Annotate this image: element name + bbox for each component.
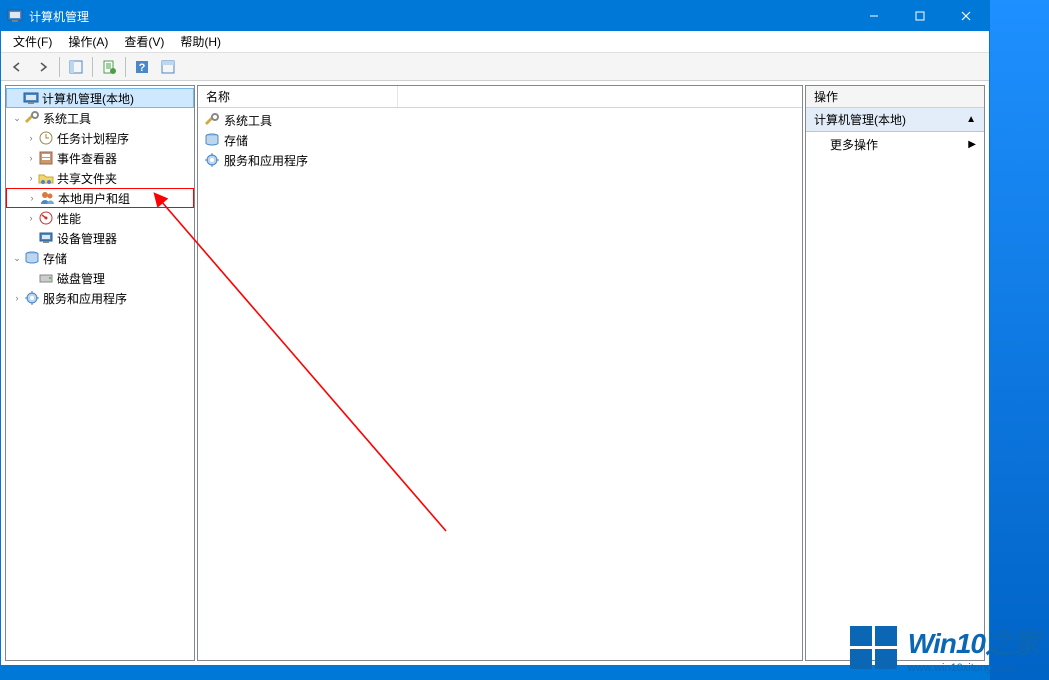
tree-label: 本地用户和组 xyxy=(58,190,130,207)
tree: ▶ 计算机管理(本地) ⌄ 系统工具 › 任务计划程序 xyxy=(6,86,194,310)
menu-file[interactable]: 文件(F) xyxy=(5,31,60,52)
tree-label: 任务计划程序 xyxy=(57,130,129,147)
content-body: ▶ 计算机管理(本地) ⌄ 系统工具 › 任务计划程序 xyxy=(1,81,989,665)
tree-label: 性能 xyxy=(57,210,81,227)
collapse-icon: ▲ xyxy=(966,114,976,125)
list-item-label: 服务和应用程序 xyxy=(224,152,308,169)
submenu-icon: ▶ xyxy=(968,139,976,150)
tree-system-tools[interactable]: ⌄ 系统工具 xyxy=(6,108,194,128)
action-label: 更多操作 xyxy=(830,136,878,153)
tools-icon xyxy=(204,112,220,128)
show-hide-tree-button[interactable] xyxy=(64,56,88,78)
tree-storage[interactable]: ⌄ 存储 xyxy=(6,248,194,268)
minimize-button[interactable] xyxy=(851,1,897,31)
tree-toggler[interactable]: › xyxy=(24,131,38,145)
svg-text:?: ? xyxy=(139,62,146,74)
storage-icon xyxy=(204,132,220,148)
services-icon xyxy=(204,152,220,168)
tree-shared-folders[interactable]: › 共享文件夹 xyxy=(6,168,194,188)
window-controls xyxy=(851,1,989,31)
action-more[interactable]: 更多操作 ▶ xyxy=(806,132,984,157)
help-button[interactable]: ? xyxy=(130,56,154,78)
back-button[interactable] xyxy=(5,56,29,78)
list-item-system-tools[interactable]: 系统工具 xyxy=(198,110,802,130)
watermark: Win10之家 www.win10xitong.com xyxy=(848,622,1039,674)
toolbar-separator xyxy=(59,57,60,77)
windows-logo-icon xyxy=(848,622,900,674)
list-item-services-apps[interactable]: 服务和应用程序 xyxy=(198,150,802,170)
tree-label: 存储 xyxy=(43,250,67,267)
actions-pane: 操作 计算机管理(本地) ▲ 更多操作 ▶ xyxy=(805,85,985,661)
tree-label: 系统工具 xyxy=(43,110,91,127)
list-item-label: 系统工具 xyxy=(224,112,272,129)
column-header: 名称 xyxy=(198,86,802,108)
forward-button[interactable] xyxy=(31,56,55,78)
tree-device-manager[interactable]: › 设备管理器 xyxy=(6,228,194,248)
menubar: 文件(F) 操作(A) 查看(V) 帮助(H) xyxy=(1,31,989,53)
tree-toggler[interactable]: › xyxy=(24,151,38,165)
tree-label: 共享文件夹 xyxy=(57,170,117,187)
toolbar-separator xyxy=(125,57,126,77)
toolbar-separator xyxy=(92,57,93,77)
tree-disk-management[interactable]: › 磁盘管理 xyxy=(6,268,194,288)
maximize-button[interactable] xyxy=(897,1,943,31)
tree-services-apps[interactable]: › 服务和应用程序 xyxy=(6,288,194,308)
tree-label: 设备管理器 xyxy=(57,230,117,247)
users-icon xyxy=(39,190,55,206)
list-item-storage[interactable]: 存储 xyxy=(198,130,802,150)
tree-label: 服务和应用程序 xyxy=(43,290,127,307)
tree-toggler[interactable]: › xyxy=(24,171,38,185)
event-viewer-icon xyxy=(38,150,54,166)
menu-action[interactable]: 操作(A) xyxy=(60,31,116,52)
clock-icon xyxy=(38,130,54,146)
tree-toggler: ▶ xyxy=(9,91,23,105)
tree-toggler[interactable]: › xyxy=(25,191,39,205)
tree-toggler: › xyxy=(24,231,38,245)
tree-toggler: › xyxy=(24,271,38,285)
list-item-label: 存储 xyxy=(224,132,248,149)
close-button[interactable] xyxy=(943,1,989,31)
app-icon xyxy=(7,8,23,24)
tree-task-scheduler[interactable]: › 任务计划程序 xyxy=(6,128,194,148)
column-name[interactable]: 名称 xyxy=(198,86,398,107)
toolbar: ? xyxy=(1,53,989,81)
tree-toggler[interactable]: ⌄ xyxy=(10,251,24,265)
tree-toggler[interactable]: › xyxy=(10,291,24,305)
watermark-title: Win10之家 xyxy=(908,622,1039,662)
tree-event-viewer[interactable]: › 事件查看器 xyxy=(6,148,194,168)
list-pane: 名称 系统工具 存储 服务和应用程序 xyxy=(197,85,803,661)
actions-group[interactable]: 计算机管理(本地) ▲ xyxy=(806,108,984,132)
watermark-url: www.win10xitong.com xyxy=(908,662,1016,674)
storage-icon xyxy=(24,250,40,266)
services-icon xyxy=(24,290,40,306)
tree-local-users-groups[interactable]: › 本地用户和组 xyxy=(6,188,194,208)
actions-header: 操作 xyxy=(806,86,984,108)
tree-toggler[interactable]: › xyxy=(24,211,38,225)
computer-icon xyxy=(23,90,39,106)
tree-pane: ▶ 计算机管理(本地) ⌄ 系统工具 › 任务计划程序 xyxy=(5,85,195,661)
tree-performance[interactable]: › 性能 xyxy=(6,208,194,228)
refresh-button[interactable] xyxy=(156,56,180,78)
menu-view[interactable]: 查看(V) xyxy=(116,31,172,52)
device-manager-icon xyxy=(38,230,54,246)
titlebar[interactable]: 计算机管理 xyxy=(1,1,989,31)
window-title: 计算机管理 xyxy=(29,8,851,25)
computer-management-window: 计算机管理 文件(F) 操作(A) 查看(V) 帮助(H) ? ▶ xyxy=(0,0,990,666)
performance-icon xyxy=(38,210,54,226)
disk-icon xyxy=(38,270,54,286)
tree-root-label: 计算机管理(本地) xyxy=(42,90,134,107)
list: 系统工具 存储 服务和应用程序 xyxy=(198,108,802,172)
tree-label: 磁盘管理 xyxy=(57,270,105,287)
tree-label: 事件查看器 xyxy=(57,150,117,167)
shared-folders-icon xyxy=(38,170,54,186)
tools-icon xyxy=(24,110,40,126)
desktop-background xyxy=(990,0,1049,680)
properties-button[interactable] xyxy=(97,56,121,78)
tree-toggler[interactable]: ⌄ xyxy=(10,111,24,125)
actions-group-label: 计算机管理(本地) xyxy=(814,111,906,128)
menu-help[interactable]: 帮助(H) xyxy=(172,31,229,52)
tree-root[interactable]: ▶ 计算机管理(本地) xyxy=(6,88,194,108)
